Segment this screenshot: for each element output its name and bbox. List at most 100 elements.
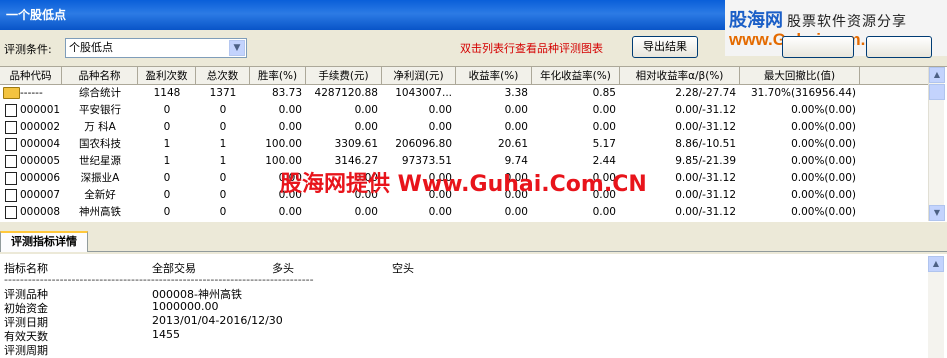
col-header-winrate[interactable]: 胜率(%) bbox=[250, 67, 306, 85]
condition-select[interactable]: 个股低点 ▼ bbox=[65, 38, 247, 58]
cell-maxdd: 0.00%(0.00) bbox=[791, 172, 856, 184]
watermark-slogan: 股票软件资源分享 bbox=[787, 14, 907, 30]
tab-detail[interactable]: 评测指标详情 bbox=[0, 231, 88, 252]
detail-value: 1455 bbox=[152, 328, 180, 341]
table-row[interactable]: 000008 神州高铁 0 0 0.00 0.00 0.00 0.00 0.00 0.00/-31… bbox=[0, 204, 928, 221]
cell-name: 万 科A bbox=[84, 121, 116, 133]
cell-maxdd: 0.00%(0.00) bbox=[791, 155, 856, 167]
cell-relative: 0.00/-31.12 bbox=[675, 121, 736, 133]
cell-profit: 0.00 bbox=[428, 206, 452, 218]
cell-winrate: 0.00 bbox=[278, 206, 302, 218]
cell-ret: 20.61 bbox=[497, 138, 528, 150]
cell-fee: 3309.61 bbox=[334, 138, 378, 150]
cell-ret: 3.38 bbox=[504, 87, 528, 99]
cell-wins: 0 bbox=[163, 121, 171, 133]
cell-wins: 1148 bbox=[153, 87, 181, 99]
cell-total: 0 bbox=[219, 104, 227, 116]
cell-annual: 0.00 bbox=[592, 206, 616, 218]
detail-header-short: 空头 bbox=[392, 262, 414, 275]
cell-code: 000001 bbox=[20, 104, 61, 116]
cell-code: ------ bbox=[20, 87, 43, 99]
cell-winrate: 0.00 bbox=[278, 104, 302, 116]
table-scrollbar[interactable]: ▲ ▼ bbox=[928, 67, 945, 221]
cell-code: 000006 bbox=[20, 172, 61, 184]
table-row[interactable]: ------ 综合统计 1148 1371 83.73 4287120.88 1043007… bbox=[0, 85, 928, 102]
col-header-name[interactable]: 品种名称 bbox=[62, 67, 138, 85]
toolbar-button-3[interactable] bbox=[866, 36, 932, 58]
cell-maxdd: 0.00%(0.00) bbox=[791, 104, 856, 116]
col-header-return[interactable]: 收益率(%) bbox=[456, 67, 532, 85]
cell-code: 000007 bbox=[20, 189, 61, 201]
scroll-up-icon[interactable]: ▲ bbox=[929, 67, 945, 83]
cell-wins: 1 bbox=[163, 155, 171, 167]
cell-profit: 0.00 bbox=[428, 121, 452, 133]
cell-wins: 1 bbox=[163, 138, 171, 150]
export-button[interactable]: 导出结果 bbox=[632, 36, 698, 58]
cell-relative: 0.00/-31.12 bbox=[675, 104, 736, 116]
col-header-annual[interactable]: 年化收益率(%) bbox=[532, 67, 620, 85]
detail-panel: 指标名称 全部交易 多头 空头 ------------------------… bbox=[0, 254, 947, 358]
chevron-down-icon[interactable]: ▼ bbox=[229, 40, 245, 56]
cell-annual: 0.85 bbox=[592, 87, 616, 99]
cell-total: 0 bbox=[219, 189, 227, 201]
cell-name: 全新好 bbox=[84, 189, 116, 201]
cell-wins: 0 bbox=[163, 172, 171, 184]
cell-name: 国农科技 bbox=[79, 138, 121, 150]
col-header-maxdd[interactable]: 最大回撤比(值) bbox=[740, 67, 860, 85]
col-header-wins[interactable]: 盈利次数 bbox=[138, 67, 196, 85]
table-row[interactable]: 000004 国农科技 1 1 100.00 3309.61 206096.80 20.61 5… bbox=[0, 136, 928, 153]
cell-relative: 0.00/-31.12 bbox=[675, 206, 736, 218]
overlay-watermark: 股海网提供 Www.Guhai.Com.CN bbox=[280, 172, 647, 197]
col-header-profit[interactable]: 净利润(元) bbox=[382, 67, 456, 85]
detail-value: 1000000.00 bbox=[152, 300, 219, 313]
cell-annual: 0.00 bbox=[592, 104, 616, 116]
watermark-brand: 股海网 bbox=[729, 10, 783, 31]
cell-winrate: 100.00 bbox=[265, 138, 302, 150]
cell-ret: 0.00 bbox=[504, 121, 528, 133]
window-title: 一个股低点 bbox=[6, 8, 67, 22]
cell-fee: 4287120.88 bbox=[314, 87, 378, 99]
cell-ret: 0.00 bbox=[504, 104, 528, 116]
cell-winrate: 0.00 bbox=[278, 121, 302, 133]
results-table: 品种代码 品种名称 盈利次数 总次数 胜率(%) 手续费(元) 净利润(元) 收… bbox=[0, 66, 947, 222]
cell-name: 世纪星源 bbox=[79, 155, 121, 167]
cell-annual: 0.00 bbox=[592, 121, 616, 133]
col-header-code[interactable]: 品种代码 bbox=[0, 67, 62, 85]
cell-fee: 0.00 bbox=[354, 104, 378, 116]
scroll-up-icon[interactable]: ▲ bbox=[928, 256, 944, 272]
cell-code: 000002 bbox=[20, 121, 61, 133]
cell-name: 综合统计 bbox=[79, 87, 121, 99]
cell-maxdd: 0.00%(0.00) bbox=[791, 121, 856, 133]
cell-code: 000004 bbox=[20, 138, 61, 150]
col-header-relative[interactable]: 相对收益率α/β(%) bbox=[620, 67, 740, 85]
table-row[interactable]: 000001 平安银行 0 0 0.00 0.00 0.00 0.00 0.00 0.00/-31… bbox=[0, 102, 928, 119]
detail-value: 2013/01/04-2016/12/30 bbox=[152, 314, 283, 327]
col-header-fee[interactable]: 手续费(元) bbox=[306, 67, 382, 85]
scroll-down-icon[interactable]: ▼ bbox=[929, 205, 945, 221]
cell-annual: 5.17 bbox=[592, 138, 616, 150]
table-row[interactable]: 000002 万 科A 0 0 0.00 0.00 0.00 0.00 0.00 0.00/-31… bbox=[0, 119, 928, 136]
cell-total: 0 bbox=[219, 172, 227, 184]
detail-separator: ----------------------------------------… bbox=[4, 273, 314, 286]
hint-text: 双击列表行查看品种评测图表 bbox=[460, 42, 603, 55]
condition-selected: 个股低点 bbox=[69, 41, 113, 54]
cell-profit: 206096.80 bbox=[395, 138, 452, 150]
condition-label: 评测条件: bbox=[4, 43, 52, 56]
cell-total: 0 bbox=[219, 206, 227, 218]
scroll-thumb[interactable] bbox=[929, 84, 945, 100]
detail-tabstrip: 评测指标详情 bbox=[0, 228, 947, 252]
cell-code: 000008 bbox=[20, 206, 61, 218]
cell-relative: 8.86/-10.51 bbox=[675, 138, 736, 150]
detail-scrollbar[interactable]: ▲ bbox=[928, 256, 944, 358]
cell-maxdd: 0.00%(0.00) bbox=[791, 138, 856, 150]
cell-total: 1 bbox=[219, 138, 227, 150]
cell-ret: 0.00 bbox=[504, 206, 528, 218]
cell-maxdd: 0.00%(0.00) bbox=[791, 206, 856, 218]
cell-maxdd: 0.00%(0.00) bbox=[791, 189, 856, 201]
col-header-total[interactable]: 总次数 bbox=[196, 67, 250, 85]
cell-name: 平安银行 bbox=[79, 104, 121, 116]
cell-profit: 1043007... bbox=[395, 87, 452, 99]
toolbar-button-2[interactable] bbox=[782, 36, 854, 58]
cell-total: 0 bbox=[219, 121, 227, 133]
cell-maxdd: 31.70%(316956.44) bbox=[750, 87, 856, 99]
